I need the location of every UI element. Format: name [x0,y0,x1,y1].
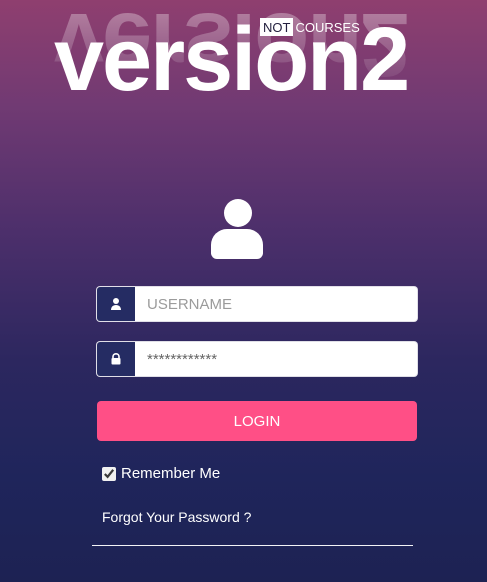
bottom-divider [92,545,413,546]
password-input[interactable] [135,342,417,376]
logo-tag: NOT COURSES [260,17,360,37]
lock-icon [111,352,121,365]
username-field-group [97,287,417,321]
password-field-group [97,342,417,376]
forgot-password-link[interactable]: Forgot Your Password ? [102,509,251,525]
user-avatar-icon [211,199,265,261]
remember-me-checkbox[interactable] [102,466,116,481]
logo-courses-label: COURSES [295,20,360,35]
logo-not-label: NOT [260,18,294,36]
username-icon-container [97,287,135,321]
user-icon [111,298,121,310]
remember-me-row[interactable]: Remember Me [102,465,220,482]
username-input[interactable] [135,287,417,321]
remember-me-label: Remember Me [121,465,221,482]
avatar-head [224,199,252,227]
password-icon-container [97,342,135,376]
login-button[interactable]: LOGIN [97,401,417,441]
avatar-body [211,229,263,259]
brand-logo: NOT COURSES version2 version2 [54,0,454,182]
